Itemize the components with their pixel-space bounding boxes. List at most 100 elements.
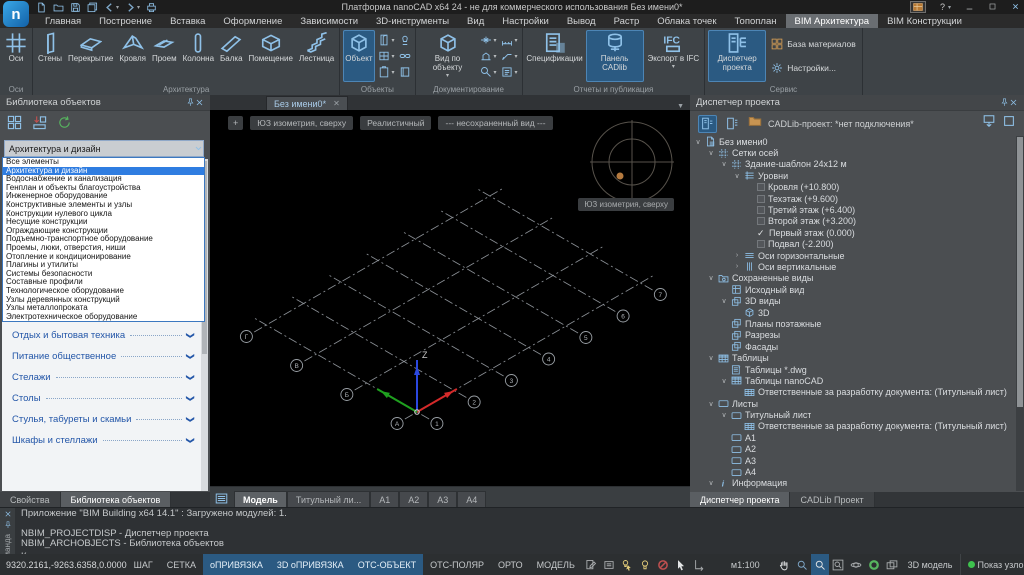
ribbon-button[interactable]: Диспетчер проекта	[708, 30, 766, 82]
project-info-button[interactable]	[723, 115, 742, 133]
print-button[interactable]	[146, 2, 157, 13]
materials-palette-button[interactable]	[910, 1, 926, 13]
tree-item[interactable]: Ответственные за разработку документа: (…	[690, 387, 1015, 398]
orbit-button[interactable]	[847, 554, 865, 575]
ribbon-button[interactable]: Колонна	[181, 30, 216, 82]
callout-button[interactable]: ▾	[480, 66, 497, 78]
expand-arrow-icon[interactable]: ∨	[694, 138, 702, 146]
status-toggle[interactable]: ОТС-ПОЛЯР	[423, 554, 491, 575]
pin-icon[interactable]	[4, 521, 12, 529]
save-all-button[interactable]	[87, 2, 98, 13]
note-button[interactable]: ▾	[501, 66, 518, 78]
new-doc-button[interactable]	[36, 2, 47, 13]
dimension-button[interactable]: ▾	[501, 34, 518, 46]
expand-arrow-icon[interactable]: ∨	[720, 297, 728, 305]
load-button[interactable]	[690, 559, 708, 571]
layout-tab[interactable]: A1	[370, 491, 399, 507]
pin-icon[interactable]	[1000, 98, 1009, 107]
view-scale[interactable]: м1:100	[724, 554, 767, 575]
cursor-menu-button[interactable]	[672, 559, 690, 571]
expand-arrow-icon[interactable]: ∨	[707, 479, 715, 487]
category-row[interactable]: Отдых и бытовая техника❯	[2, 325, 200, 346]
model-canvas[interactable]: +ЮЗ изометрия, сверхуРеалистичный--- нес…	[210, 110, 690, 486]
menu-tab[interactable]: BIM Архитектура	[786, 14, 879, 28]
tree-item[interactable]: ∨Без имени0	[690, 136, 1015, 147]
chain-button[interactable]	[399, 50, 411, 62]
menu-tab[interactable]: Топоплан	[726, 14, 786, 28]
expand-arrow-icon[interactable]: ›	[733, 263, 741, 270]
layout-tab[interactable]: Модель	[234, 491, 287, 507]
open-button[interactable]	[53, 2, 64, 13]
menu-tab[interactable]: 3D-инструменты	[367, 14, 458, 28]
ribbon-side-button[interactable]: База материалов	[771, 38, 856, 50]
ribbon-button[interactable]: Кровля	[117, 30, 148, 82]
menu-tab[interactable]: Облака точек	[648, 14, 725, 28]
close-icon[interactable]	[195, 98, 204, 107]
tree-item[interactable]: Техэтаж (+9.600)	[690, 193, 1015, 204]
ribbon-side-button[interactable]: Настройки...	[771, 62, 856, 74]
add-viewport-button[interactable]: +	[228, 116, 243, 130]
ribbon-button[interactable]: Перекрытие	[66, 30, 115, 82]
leader-button[interactable]: ▾	[501, 50, 518, 62]
tree-item[interactable]: Кровля (+10.800)	[690, 182, 1015, 193]
tree-item[interactable]: ∨Уровни	[690, 170, 1015, 181]
book-button[interactable]	[399, 66, 411, 78]
tree-item[interactable]: Разрезы	[690, 330, 1015, 341]
menu-tab[interactable]: Вид	[458, 14, 493, 28]
menu-tab[interactable]: BIM Конструкции	[878, 14, 971, 28]
menu-tab[interactable]: Вывод	[558, 14, 605, 28]
tree-item[interactable]: Третий этаж (+6.400)	[690, 204, 1015, 215]
checkbox-icon[interactable]	[757, 195, 765, 203]
ribbon-button[interactable]: Лестница	[297, 30, 336, 82]
panel-tab[interactable]: CADLib Проект	[790, 492, 874, 507]
category-row[interactable]: Столы❯	[2, 388, 200, 409]
expand-arrow-icon[interactable]: ∨	[707, 400, 715, 408]
tree-item[interactable]: ∨3D виды	[690, 295, 1015, 306]
expand-arrow-icon[interactable]: ›	[733, 252, 741, 259]
viewport-control-pill[interactable]: Реалистичный	[360, 116, 431, 130]
ribbon-button[interactable]: Балка	[218, 30, 245, 82]
checkbox-icon[interactable]	[757, 217, 765, 225]
tree-item[interactable]: Второй этаж (+3.200)	[690, 216, 1015, 227]
tree-item[interactable]: Подвал (-2.200)	[690, 239, 1015, 250]
tree-item[interactable]: A3	[690, 455, 1015, 466]
model-3d-label[interactable]: 3D модель	[901, 554, 960, 575]
hand-button[interactable]	[775, 554, 793, 575]
import-button[interactable]	[32, 115, 47, 135]
close-document-icon[interactable]: ✕	[333, 99, 340, 108]
ring-button[interactable]	[865, 554, 883, 575]
ribbon-button[interactable]: Объект	[343, 30, 374, 82]
expand-arrow-icon[interactable]: ∨	[707, 354, 715, 362]
help-button[interactable]: ?▾	[940, 2, 951, 12]
back-button[interactable]: ▾	[104, 2, 119, 13]
status-toggle[interactable]: оПРИВЯЗКА	[203, 554, 270, 575]
category-row[interactable]: Шкафы и стеллажи❯	[2, 430, 200, 451]
nanocad-logo-icon[interactable]: n	[3, 1, 29, 27]
menu-tab[interactable]: Зависимости	[291, 14, 367, 28]
tree-item[interactable]: A1	[690, 432, 1015, 443]
panel-tab[interactable]: Диспетчер проекта	[690, 492, 790, 507]
viewport-control-pill[interactable]: ЮЗ изометрия, сверху	[250, 116, 353, 130]
expand-arrow-icon[interactable]: ∨	[720, 160, 728, 168]
door-button[interactable]: ▾	[378, 34, 395, 46]
window-button[interactable]: ▾	[378, 50, 395, 62]
tree-item[interactable]: ›Оси горизонтальные	[690, 250, 1015, 261]
status-toggle[interactable]: СЕТКА	[160, 554, 203, 575]
status-toggle[interactable]: ШАГ	[127, 554, 160, 575]
view-locator-compass[interactable]	[584, 114, 680, 210]
status-toggle[interactable]: 3D оПРИВЯЗКА	[270, 554, 351, 575]
ribbon-button[interactable]: Помещение	[247, 30, 295, 82]
bulb-button[interactable]	[636, 559, 654, 571]
checkmark-icon[interactable]: ✓	[757, 229, 766, 237]
close-icon[interactable]	[4, 510, 12, 518]
project-structure-button[interactable]	[698, 115, 717, 133]
tree-item[interactable]: ✓Первый этаж (0.000)	[690, 227, 1015, 238]
category-row[interactable]: Питание общественное❯	[2, 346, 200, 367]
checkbox-icon[interactable]	[757, 240, 765, 248]
stamp-button[interactable]	[399, 34, 411, 46]
refresh-button[interactable]	[57, 115, 72, 135]
tree-item[interactable]: Исходный вид	[690, 284, 1015, 295]
ribbon-button[interactable]: Оси	[3, 30, 29, 82]
expand-arrow-icon[interactable]: ∨	[720, 377, 728, 385]
paste-button[interactable]: ▾	[378, 66, 395, 78]
